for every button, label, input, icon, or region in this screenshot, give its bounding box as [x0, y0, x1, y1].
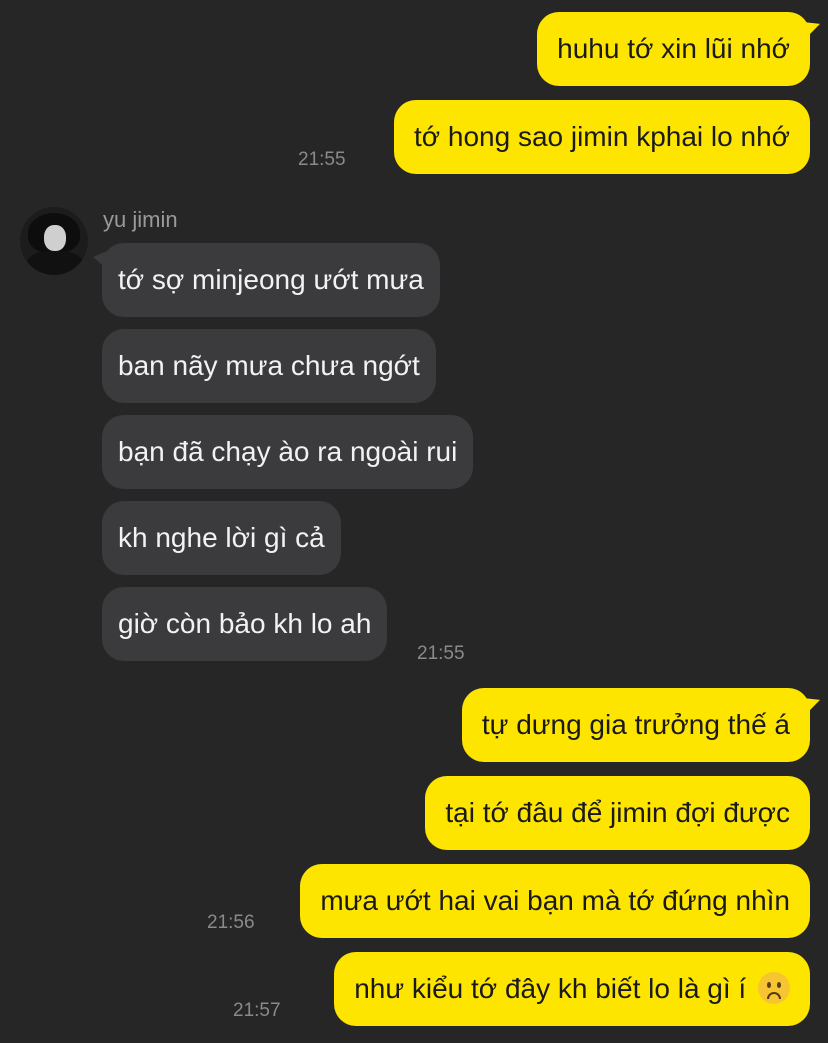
- message-bubble-outgoing[interactable]: tại tớ đâu để jimin đợi được: [425, 776, 810, 850]
- message-bubble-outgoing[interactable]: tự dưng gia trưởng thế á: [461, 688, 810, 762]
- message-text: như kiểu tớ đây kh biết lo là gì í: [354, 973, 747, 1004]
- message-bubble-outgoing[interactable]: như kiểu tớ đây kh biết lo là gì í: [334, 952, 810, 1026]
- message-text: tại tớ đâu để jimin đợi được: [445, 797, 790, 828]
- message-bubble-outgoing[interactable]: tớ hong sao jimin kphai lo nhớ: [393, 100, 810, 174]
- message-bubble-outgoing[interactable]: mưa ướt hai vai bạn mà tớ đứng nhìn: [300, 864, 810, 938]
- message-text: ban nãy mưa chưa ngớt: [118, 350, 420, 381]
- message-timestamp: 21:57: [233, 1000, 281, 1021]
- message-text: giờ còn bảo kh lo ah: [118, 608, 372, 639]
- message-bubble-incoming[interactable]: ban nãy mưa chưa ngớt: [102, 329, 436, 403]
- message-timestamp: 21:56: [207, 912, 255, 933]
- slightly-frowning-face-emoji-icon: [758, 971, 790, 1004]
- message-bubble-incoming[interactable]: tớ sợ minjeong ướt mưa: [93, 243, 440, 317]
- message-text: tớ hong sao jimin kphai lo nhớ: [413, 121, 790, 152]
- message-bubble-incoming[interactable]: giờ còn bảo kh lo ah: [102, 587, 388, 661]
- message-text: mưa ướt hai vai bạn mà tớ đứng nhìn: [320, 885, 790, 916]
- message-text: tớ sợ minjeong ướt mưa: [118, 264, 424, 295]
- message-text: bạn đã chạy ào ra ngoài rui: [118, 436, 458, 467]
- message-text: tự dưng gia trưởng thế á: [481, 709, 790, 740]
- avatar[interactable]: [20, 207, 88, 275]
- message-text: kh nghe lời gì cả: [118, 522, 325, 553]
- message-timestamp: 21:55: [298, 149, 346, 170]
- message-bubble-incoming[interactable]: bạn đã chạy ào ra ngoài rui: [102, 415, 474, 489]
- message-bubble-incoming[interactable]: kh nghe lời gì cả: [102, 501, 341, 575]
- sender-name: yu jimin: [103, 207, 178, 232]
- message-text: huhu tớ xin lũi nhớ: [557, 33, 790, 64]
- message-bubble-outgoing[interactable]: huhu tớ xin lũi nhớ: [537, 12, 810, 86]
- message-timestamp: 21:55: [417, 643, 465, 664]
